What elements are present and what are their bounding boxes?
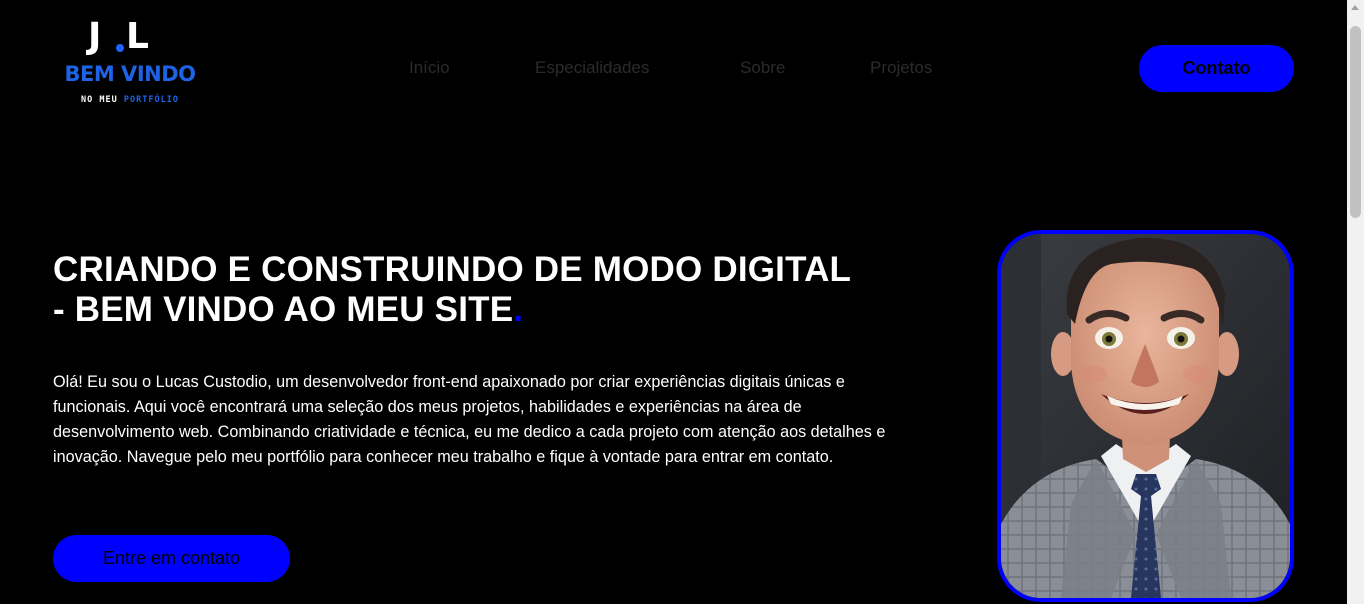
hero-title-line1: CRIANDO E CONSTRUINDO DE MODO DIGITAL — [53, 250, 852, 289]
logo-subtitle-white: NO MEU — [81, 95, 118, 105]
page-scrollbar[interactable] — [1347, 0, 1364, 604]
logo-subtitle-blue: PORTFÓLIO — [123, 95, 179, 105]
contact-button[interactable]: Contato — [1139, 45, 1294, 92]
nav-item-sobre[interactable]: Sobre — [740, 56, 785, 80]
logo-subtitle: NO MEU PORTFÓLIO — [60, 94, 200, 106]
logo-title: BEM VINDO — [64, 62, 197, 86]
logo-monogram: J L — [88, 14, 168, 60]
logo-dot — [116, 44, 124, 52]
nav-item-inicio[interactable]: Início — [409, 56, 450, 80]
hero-title-dot: . — [513, 290, 524, 329]
hero-title-line2: - BEM VINDO AO MEU SITE — [53, 290, 514, 329]
scrollbar-thumb[interactable] — [1350, 26, 1361, 218]
logo-letter-j: J — [88, 16, 101, 57]
logo-letter-l: L — [126, 16, 149, 57]
profile-portrait — [997, 230, 1294, 602]
nav-item-especialidades[interactable]: Especialidades — [535, 56, 649, 80]
page: J L BEM VINDO NO MEU PORTFÓLIO Início Es… — [0, 0, 1364, 604]
scroll-up-arrow-icon[interactable] — [1351, 5, 1359, 10]
cartoon-avatar-icon — [1001, 234, 1290, 598]
site-logo[interactable]: J L BEM VINDO NO MEU PORTFÓLIO — [60, 14, 200, 110]
nav-item-projetos[interactable]: Projetos — [870, 56, 932, 80]
hero-description: Olá! Eu sou o Lucas Custodio, um desenvo… — [53, 373, 886, 466]
hero-title: CRIANDO E CONSTRUINDO DE MODO DIGITAL - … — [53, 250, 933, 330]
contact-cta-button[interactable]: Entre em contato — [53, 535, 290, 582]
